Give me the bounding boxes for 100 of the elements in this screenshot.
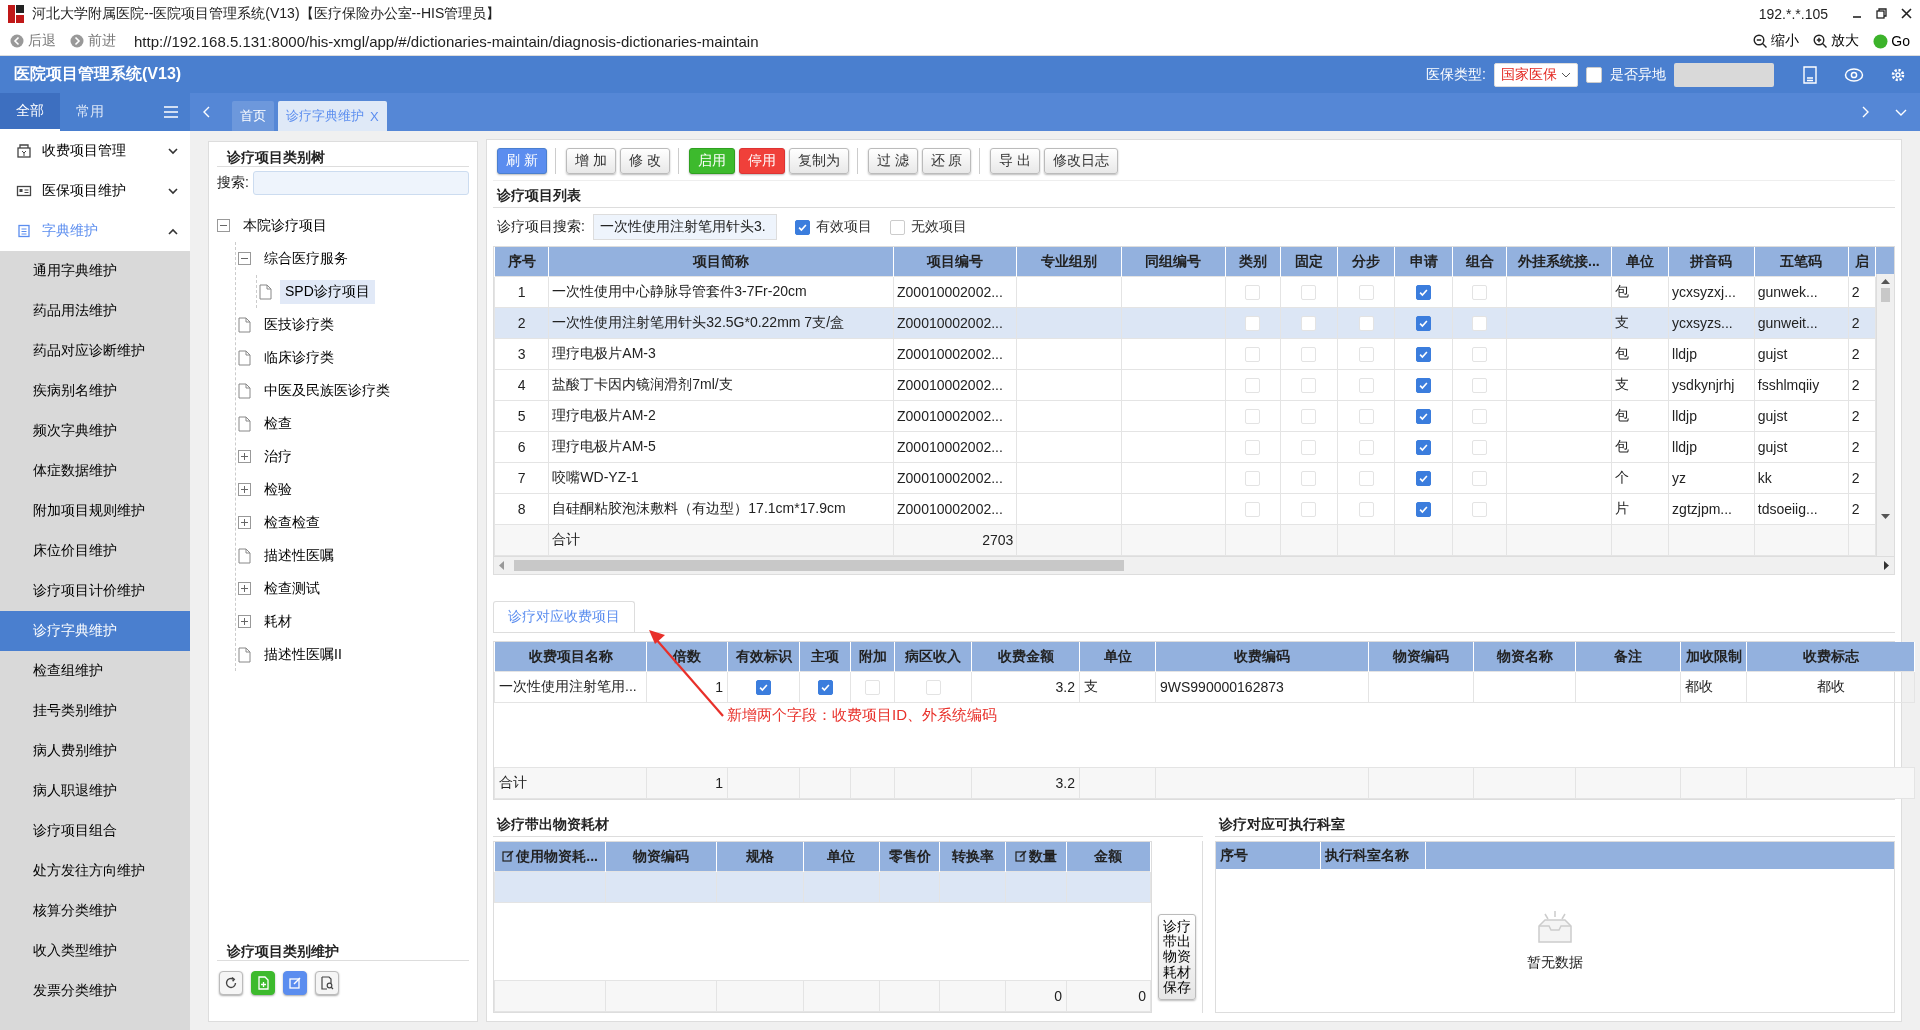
checkbox[interactable] — [1416, 347, 1432, 363]
expand-icon[interactable] — [238, 615, 251, 628]
table-row[interactable]: 2 一次性使用注射笔用针头32.5G*0.22mm 7支/盒 Z00010002002... 支 ycxsyzs... gunweit... 2 — [494, 307, 1876, 339]
input-field[interactable] — [1674, 62, 1774, 87]
tree-node[interactable]: 描述性医嘱 — [259, 543, 339, 568]
tree-node[interactable]: 治疗 — [259, 444, 297, 469]
tree-node[interactable]: 检查检查 — [259, 510, 325, 535]
checkbox[interactable] — [1416, 471, 1432, 487]
checkbox[interactable] — [817, 680, 833, 696]
search-field[interactable]: 一次性使用注射笔用针头3. — [592, 214, 777, 240]
edit-button[interactable] — [283, 971, 307, 995]
sidebar-item[interactable]: 频次字典维护 — [0, 411, 190, 451]
checkbox[interactable] — [756, 680, 771, 696]
tree-node[interactable]: 综合医疗服务 — [259, 246, 353, 271]
nav-tab[interactable]: 全部 — [0, 93, 60, 131]
toolbar-button[interactable]: 修改日志 — [1044, 148, 1119, 174]
checkbox[interactable] — [1416, 502, 1432, 518]
vertical-scrollbar[interactable] — [1876, 274, 1894, 556]
expand-icon[interactable] — [238, 483, 251, 496]
checkbox[interactable] — [1416, 378, 1432, 394]
eye-icon[interactable] — [1844, 66, 1864, 83]
scroll-up-icon[interactable] — [1881, 278, 1890, 284]
tree-node[interactable]: 医技诊疗类 — [259, 312, 339, 337]
checkbox[interactable] — [889, 219, 905, 235]
tree-node[interactable]: 耗材 — [259, 609, 297, 634]
zoom-out-button[interactable]: 缩小 — [1749, 32, 1804, 50]
tree-node[interactable]: 检验 — [259, 477, 297, 502]
tree-node[interactable]: 中医及民族医诊疗类 — [259, 378, 395, 403]
collapse-icon[interactable] — [217, 219, 230, 232]
sidebar-item[interactable]: 发票分类维护 — [0, 971, 190, 1011]
toolbar-button[interactable]: 停用 — [738, 148, 785, 174]
sidebar-item[interactable]: 体症数据维护 — [0, 451, 190, 491]
save-button[interactable]: 诊疗带出物资耗材保存 — [1158, 913, 1196, 1001]
scroll-down-icon[interactable] — [1881, 514, 1890, 520]
sidebar-item[interactable]: 床位价目维护 — [0, 531, 190, 571]
preview-button[interactable] — [315, 971, 339, 995]
sidebar-item[interactable]: 诊疗字典维护 — [0, 611, 190, 651]
toolbar-button[interactable]: 修 改 — [619, 148, 670, 174]
search-field[interactable] — [252, 171, 469, 195]
add-button[interactable] — [251, 971, 275, 995]
settings-icon[interactable] — [1890, 66, 1906, 83]
checkbox[interactable] — [1416, 440, 1432, 456]
document-icon[interactable] — [1802, 65, 1818, 84]
table-row[interactable]: 5 理疗电极片AM-2 Z00010002002... 包 lldjp gujst 2 — [494, 400, 1876, 432]
sidebar-item[interactable]: 病人费别维护 — [0, 731, 190, 771]
sidebar-item[interactable]: 挂号类别维护 — [0, 691, 190, 731]
checkbox[interactable] — [1586, 66, 1602, 83]
toolbar-button[interactable]: 复制为 — [788, 148, 849, 174]
close-icon[interactable] — [1901, 8, 1912, 19]
tree-node[interactable]: SPD诊疗项目 — [280, 279, 375, 304]
scroll-left-icon[interactable] — [498, 561, 504, 570]
toolbar-button[interactable]: 导 出 — [990, 148, 1041, 174]
sidebar-item[interactable]: 处方发往方向维护 — [0, 851, 190, 891]
checkbox[interactable] — [1416, 285, 1432, 301]
checkbox[interactable] — [794, 219, 810, 235]
restore-icon[interactable] — [1876, 8, 1887, 19]
checkbox[interactable] — [1416, 316, 1432, 332]
table-row[interactable]: 1 一次性使用中心静脉导管套件3-7Fr-20cm Z00010002002... 包 ycxsyzxj... gunwek... 2 — [494, 276, 1876, 308]
sidebar-item[interactable]: 通用字典维护 — [0, 251, 190, 291]
table-row[interactable]: 4 盐酸丁卡因内镜润滑剂7ml/支 Z00010002002... 支 ysdkynjrhj fsshlmqiiy 2 — [494, 369, 1876, 401]
expand-icon[interactable] — [238, 450, 251, 463]
scroll-thumb[interactable] — [514, 560, 1124, 571]
sidebar-item[interactable]: 药品对应诊断维护 — [0, 331, 190, 371]
sidebar-item[interactable]: 附加项目规则维护 — [0, 491, 190, 531]
tree-node[interactable]: 本院诊疗项目 — [238, 213, 332, 238]
url-field[interactable]: http://192.168.5.131:8000/his-xmgl/app/#/dictionaries-maintain/diagnosis-dictionaries-maintain — [134, 32, 1744, 50]
forward-button[interactable]: 前进 — [66, 32, 120, 50]
expand-icon[interactable] — [238, 582, 251, 595]
menu-icon[interactable] — [164, 106, 178, 118]
toolbar-button[interactable]: 还 原 — [921, 148, 972, 174]
refresh-button[interactable] — [219, 971, 243, 995]
insurance-type-dropdown[interactable]: 国家医保 — [1494, 62, 1578, 87]
table-row[interactable]: 8 自硅酮粘胶泡沫敷料（有边型）17.1cm*17.9cm Z00010002002... 片 zgtzjpm... tdsoeiig... 2 — [494, 493, 1876, 525]
go-button[interactable]: Go — [1869, 33, 1914, 49]
sidebar-item[interactable]: 核算分类维护 — [0, 891, 190, 931]
table-row[interactable]: 6 理疗电极片AM-5 Z00010002002... 包 lldjp gujst 2 — [494, 431, 1876, 463]
checkbox[interactable] — [1416, 409, 1432, 425]
sidebar-item[interactable]: 诊疗项目组合 — [0, 811, 190, 851]
horizontal-scrollbar[interactable] — [493, 557, 1895, 575]
zoom-in-button[interactable]: 放大 — [1809, 32, 1864, 50]
sidebar-item[interactable]: 病人职退维护 — [0, 771, 190, 811]
tree-node[interactable]: 临床诊疗类 — [259, 345, 339, 370]
tree-node[interactable]: 描述性医嘱II — [259, 642, 347, 667]
toolbar-button[interactable]: 增 加 — [565, 148, 616, 174]
scroll-right-icon[interactable] — [1884, 561, 1890, 570]
sidebar-group[interactable]: 收费项目管理 — [0, 131, 190, 171]
toolbar-button[interactable]: 过 滤 — [867, 148, 918, 174]
back-button[interactable]: 后退 — [6, 32, 60, 50]
tree-node[interactable]: 检查测试 — [259, 576, 325, 601]
sidebar-group[interactable]: 医保项目维护 — [0, 171, 190, 211]
scroll-thumb[interactable] — [1881, 288, 1890, 302]
sidebar-item[interactable]: 药品用法维护 — [0, 291, 190, 331]
expand-icon[interactable] — [238, 516, 251, 529]
sidebar-item[interactable]: 检查组维护 — [0, 651, 190, 691]
table-row[interactable]: 3 理疗电极片AM-3 Z00010002002... 包 lldjp gujst 2 — [494, 338, 1876, 370]
sidebar-item[interactable]: 收入类型维护 — [0, 931, 190, 971]
sidebar-item[interactable]: 疾病别名维护 — [0, 371, 190, 411]
sidebar-item[interactable]: 诊疗项目计价维护 — [0, 571, 190, 611]
collapse-icon[interactable] — [238, 252, 251, 265]
tree-node[interactable]: 检查 — [259, 411, 297, 436]
